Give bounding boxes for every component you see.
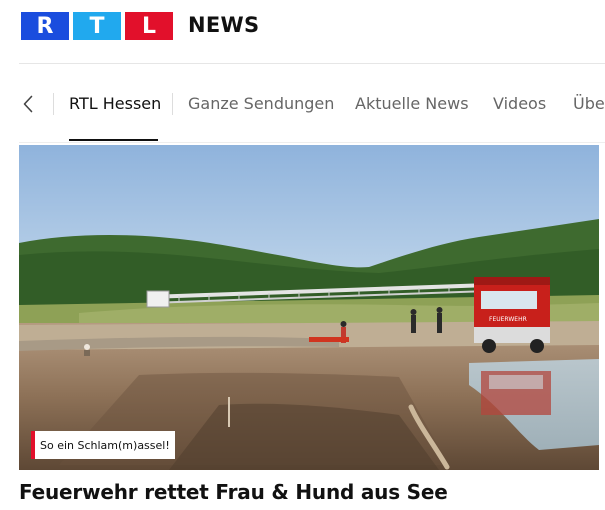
logo-letter-r: R (21, 12, 69, 40)
section-nav: RTL Hessen Ganze Sendungen Aktuelle News… (0, 80, 605, 142)
nav-tab-rtl-hessen[interactable]: RTL Hessen (69, 94, 161, 113)
nav-back-button[interactable] (18, 92, 38, 116)
site-header: R T L NEWS (0, 0, 605, 64)
logo-letter-l: L (125, 12, 173, 40)
logo-letter-t: T (73, 12, 121, 40)
article-hero-image[interactable]: FEUERWEHR (19, 145, 599, 470)
nav-tab-more[interactable]: Übe (573, 94, 605, 113)
active-tab-indicator (69, 139, 158, 141)
chevron-left-icon (23, 95, 33, 113)
image-caption-badge: So ein Schlam(m)assel! (31, 431, 175, 459)
nav-tab-aktuelle-news[interactable]: Aktuelle News (355, 94, 469, 113)
truck-label: FEUERWEHR (489, 316, 527, 323)
hero-photo: FEUERWEHR (19, 145, 599, 470)
nav-tab-videos[interactable]: Videos (493, 94, 546, 113)
nav-tab-ganze-sendungen[interactable]: Ganze Sendungen (188, 94, 334, 113)
nav-divider (19, 142, 605, 143)
header-divider (19, 63, 605, 64)
nav-separator (53, 93, 54, 115)
brand-news-label[interactable]: NEWS (188, 13, 259, 37)
article-headline[interactable]: Feuerwehr rettet Frau & Hund aus See (19, 480, 448, 504)
rtl-logo[interactable]: R T L (21, 12, 173, 40)
nav-separator (172, 93, 173, 115)
